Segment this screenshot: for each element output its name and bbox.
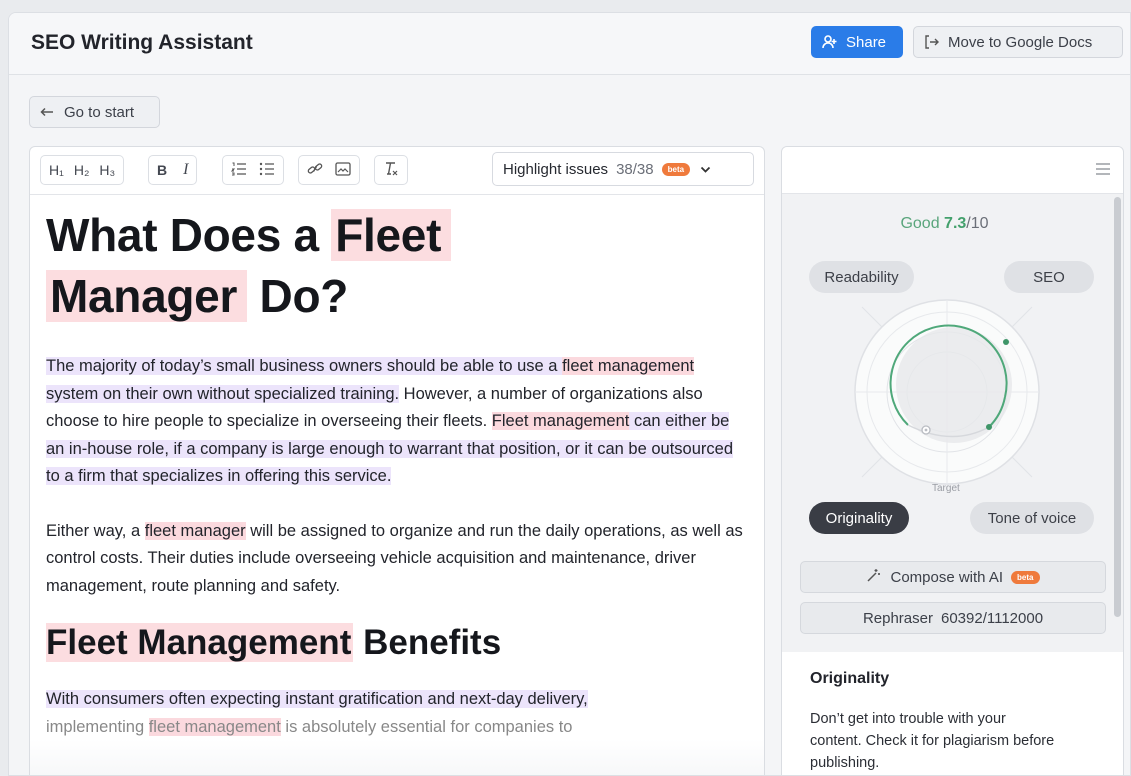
keyword-highlight: Fleet — [331, 209, 452, 261]
card-description: Don’t get into trouble with your content… — [810, 711, 1055, 771]
tab-originality[interactable]: Originality — [809, 502, 909, 534]
go-to-start-button[interactable]: Go to start — [29, 96, 160, 128]
add-user-icon — [822, 35, 838, 49]
target-label: Target — [932, 483, 960, 494]
compose-label: Compose with AI — [890, 568, 1004, 586]
tab-tone-of-voice[interactable]: Tone of voice — [970, 502, 1094, 534]
compose-with-ai-button[interactable]: Compose with AI beta — [800, 561, 1106, 593]
app-title: SEO Writing Assistant — [31, 31, 253, 54]
arrow-left-icon — [40, 104, 54, 121]
link-icon[interactable] — [307, 162, 323, 179]
highlight-issues-label: Highlight issues — [503, 160, 609, 178]
highlight-issues-count: 38/38 — [616, 160, 654, 178]
image-icon[interactable] — [335, 161, 351, 179]
go-to-start-label: Go to start — [64, 103, 135, 121]
format-group: B I — [148, 155, 198, 185]
document-content[interactable]: What Does a Fleet Manager Do? The majori… — [46, 205, 746, 741]
score-value: 7.3 — [944, 215, 967, 232]
ordered-list-icon[interactable] — [230, 162, 247, 179]
beta-badge: beta — [1011, 570, 1040, 584]
heading-1-button[interactable]: H₁ — [49, 162, 64, 178]
italic-button[interactable]: I — [183, 161, 188, 179]
bullet-list-icon[interactable] — [259, 162, 275, 179]
move-to-google-docs-button[interactable]: Move to Google Docs — [913, 26, 1123, 58]
score-radar-chart — [854, 299, 1040, 485]
magic-wand-icon — [866, 567, 882, 587]
document-heading-1: What Does a Fleet Manager Do? — [46, 205, 746, 327]
clear-formatting-icon[interactable] — [383, 161, 399, 180]
assistant-panel: Good 7.3/10 Readability SEO Target Origi… — [781, 146, 1124, 775]
bottom-fade — [30, 739, 764, 775]
paragraph-2: Either way, a fleet manager will be assi… — [46, 521, 743, 595]
share-label: Share — [846, 33, 887, 51]
paragraph-3: With consumers often expecting instant g… — [46, 690, 588, 736]
title-bar: SEO Writing Assistant Share Move to Goog… — [9, 13, 1130, 75]
originality-info-card: Originality Don’t get into trouble with … — [782, 652, 1123, 775]
heading-group: H₁ H₂ H₃ — [40, 155, 125, 185]
rephraser-count: 60392/1112000 — [940, 609, 1044, 627]
sentence-highlight: With consumers often expecting instant g… — [46, 690, 588, 708]
insert-group — [298, 155, 360, 185]
bold-button[interactable]: B — [157, 162, 167, 178]
clear-format-group — [374, 155, 408, 185]
editor-panel: H₁ H₂ H₃ B I Highlight issues 38/38 beta… — [29, 146, 765, 775]
highlight-issues-dropdown[interactable]: Highlight issues 38/38 beta — [492, 152, 754, 186]
assistant-panel-header — [782, 147, 1123, 194]
keyword-highlight: Fleet Management — [46, 623, 354, 662]
beta-badge: beta — [661, 162, 691, 176]
gdocs-label: Move to Google Docs — [948, 33, 1093, 51]
keyword-highlight: Fleet management — [491, 412, 630, 430]
heading-2-button[interactable]: H₂ — [74, 162, 90, 178]
paragraph-1: The majority of today’s small business o… — [46, 357, 733, 485]
keyword-highlight: fleet management — [148, 717, 281, 736]
scrollbar[interactable] — [1114, 197, 1121, 617]
keyword-highlight: fleet management — [562, 357, 695, 375]
list-group — [222, 155, 284, 185]
rephraser-button[interactable]: Rephraser 60392/1112000 — [800, 602, 1106, 634]
editor-toolbar: H₁ H₂ H₃ B I Highlight issues 38/38 beta — [30, 147, 764, 195]
keyword-highlight: Manager — [46, 270, 248, 322]
menu-icon[interactable] — [1095, 162, 1111, 181]
keyword-highlight: fleet manager — [144, 521, 246, 540]
chevron-down-icon — [700, 161, 711, 178]
share-button[interactable]: Share — [811, 26, 903, 58]
overall-score: Good 7.3/10 — [900, 215, 989, 232]
heading-3-button[interactable]: H₃ — [99, 162, 115, 178]
document-heading-2: Fleet Management Benefits — [46, 623, 502, 662]
card-title: Originality — [810, 670, 890, 687]
app-window: SEO Writing Assistant Share Move to Goog… — [8, 12, 1131, 776]
export-icon — [924, 35, 940, 49]
rephraser-label: Rephraser — [862, 609, 933, 627]
